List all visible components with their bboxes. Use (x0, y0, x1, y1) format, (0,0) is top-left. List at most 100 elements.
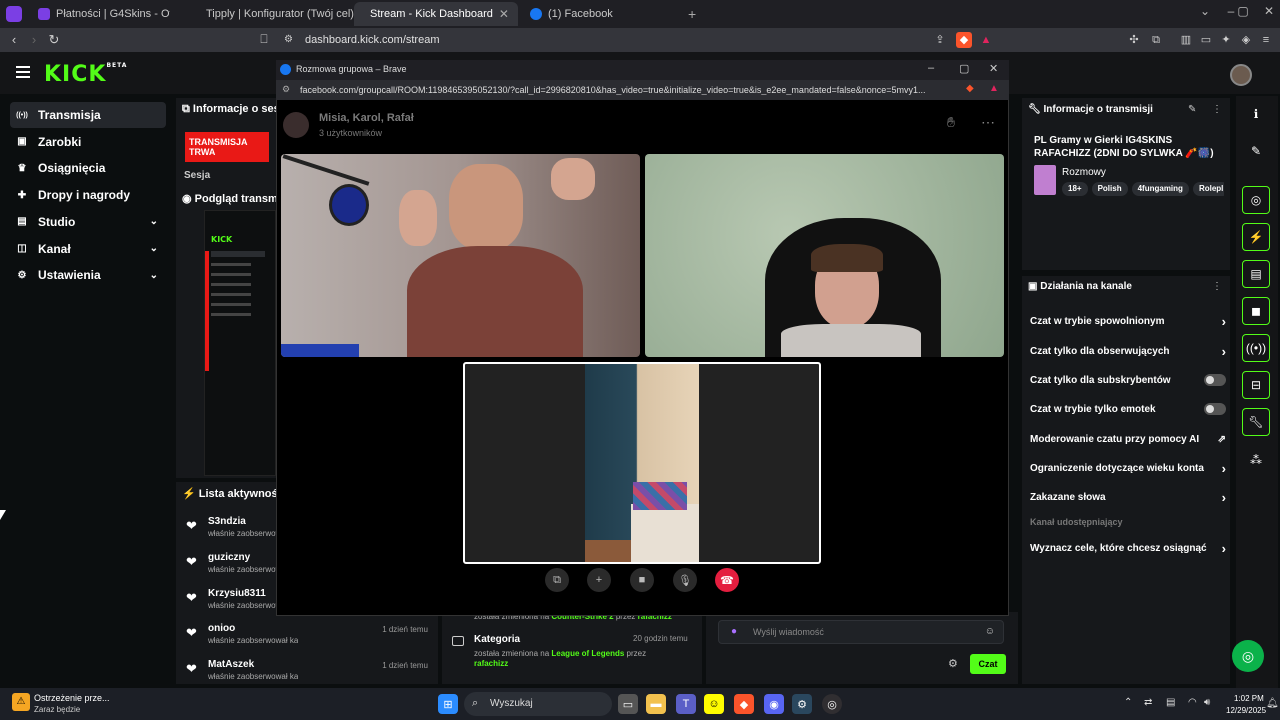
tab-tipply[interactable]: Tipply | Konfigurator (Twój cel) (190, 2, 354, 26)
clock-date[interactable]: 12/29/2025 (1226, 706, 1266, 715)
restore-icon[interactable]: ▢ (1232, 4, 1254, 18)
sidebar-item-osiągnięcia[interactable]: ♛ Osiągnięcia (10, 155, 166, 181)
notes-widget-icon[interactable]: ▤ (1242, 260, 1270, 288)
raise-hand-icon[interactable]: ✋︎ (947, 114, 955, 131)
tray-overflow-icon[interactable]: ⌃ (1124, 697, 1132, 708)
more-options-icon[interactable]: ⋮ (1212, 281, 1222, 292)
wifi-icon[interactable]: ◠ (1188, 697, 1197, 708)
warning-notification-icon[interactable]: ⚠ (12, 693, 30, 711)
follower-name[interactable]: Krzysiu8311 (208, 588, 266, 599)
tools-widget-icon[interactable]: 🔧︎ (1242, 408, 1270, 436)
snapchat-icon[interactable]: ☺ (704, 694, 724, 714)
channel-action-row[interactable]: Czat w trybie spowolnionym › (1030, 314, 1226, 329)
tab-search-icon[interactable]: ⌄ (1194, 4, 1216, 18)
edit-icon[interactable]: ✎ (1188, 104, 1196, 115)
channel-action-row[interactable]: Czat tylko dla subskrybentów (1030, 373, 1226, 387)
brave-browser-icon[interactable]: ◆ (734, 694, 754, 714)
extensions-icon[interactable]: ✣ (1126, 32, 1142, 48)
brave-shields-icon[interactable]: ◆ (966, 83, 974, 94)
camera-widget-icon[interactable]: ◎ (1242, 186, 1270, 214)
event-user[interactable]: rafachizz (474, 659, 508, 668)
screenshot-icon[interactable]: ⧉ (1148, 32, 1164, 48)
share-screen-button[interactable]: ⧉ (545, 568, 569, 592)
popup-minimize-icon[interactable]: – (928, 62, 934, 74)
avatar[interactable] (1230, 64, 1252, 86)
back-icon[interactable]: ‹ (4, 32, 24, 47)
participant-video[interactable] (645, 154, 1004, 357)
task-view-icon[interactable]: ▭ (618, 694, 638, 714)
channel-action-row[interactable]: Ograniczenie dotyczące wieku konta › (1030, 461, 1226, 476)
chat-settings-icon[interactable]: ⚙ (948, 657, 958, 670)
channel-action-row[interactable]: Czat w trybie tylko emotek (1030, 402, 1226, 416)
sidebar-item-kanał[interactable]: ◫ Kanał ⌄ (10, 236, 166, 262)
notification-title[interactable]: Ostrzeżenie prze... (34, 693, 110, 703)
sidebar-item-transmisja[interactable]: ((•)) Transmisja (10, 102, 166, 128)
pencil-icon[interactable]: ✎ (1242, 137, 1270, 165)
follower-name[interactable]: MatAszek (208, 659, 254, 670)
tray-app-icon[interactable]: ⇄ (1144, 697, 1152, 708)
channel-action-row[interactable]: Moderowanie czatu przy pomocy AI ⇗ (1030, 432, 1226, 446)
reload-icon[interactable]: ↻ (44, 32, 64, 48)
discord-icon[interactable]: ◉ (764, 694, 784, 714)
clock-time[interactable]: 1:02 PM (1234, 694, 1264, 703)
brave-rewards-icon[interactable]: ▲ (978, 32, 994, 48)
windows-start-icon[interactable]: ⊞ (438, 694, 458, 714)
more-options-icon[interactable]: ⋮ (1212, 104, 1222, 115)
follower-name[interactable]: guziczny (208, 552, 250, 563)
tab-g4skins[interactable]: Płatności | G4Skins - Otwieraj skrzynk (28, 2, 184, 26)
microphone-button[interactable]: 🎙︎ (673, 568, 697, 592)
wallet-icon[interactable]: ▭ (1198, 32, 1214, 48)
volume-icon[interactable]: 🔊︎ (1204, 697, 1210, 708)
popup-url[interactable]: facebook.com/groupcall/ROOM:119846539505… (300, 85, 950, 95)
hamburger-menu-icon[interactable] (16, 66, 30, 78)
steam-icon[interactable]: ⚙ (792, 694, 812, 714)
site-info-icon[interactable]: ⚙ (284, 34, 293, 45)
follower-name[interactable]: S3ndzia (208, 516, 246, 527)
toggle-switch[interactable] (1204, 403, 1226, 415)
new-tab-button[interactable]: + (688, 6, 696, 22)
close-tab-icon[interactable]: ✕ (499, 7, 509, 21)
stream-tag[interactable]: Polish (1091, 182, 1128, 196)
emoji-icon[interactable]: ☺ (985, 626, 995, 637)
tab-facebook[interactable]: (1) Facebook (520, 2, 680, 26)
taskbar-search[interactable]: ⌕ Wyszukaj (464, 692, 612, 716)
end-call-button[interactable]: ☎︎ (715, 568, 739, 592)
category-name[interactable]: Rozmowy (1062, 167, 1106, 178)
vpn-icon[interactable]: ◈ (1238, 32, 1254, 48)
stream-preview[interactable]: KICK (204, 210, 276, 476)
add-participant-button[interactable]: + (587, 568, 611, 592)
close-window-icon[interactable]: ✕ (1258, 4, 1280, 18)
stream-tag[interactable]: 4fungaming (1131, 182, 1189, 196)
stream-tag[interactable]: Rolepl (1192, 182, 1224, 196)
notifications-icon[interactable]: 🔔︎ (1266, 698, 1279, 709)
broadcast-widget-icon[interactable]: ((•)) (1242, 334, 1270, 362)
obs-icon[interactable]: ◎ (822, 694, 842, 714)
layout-widget-icon[interactable]: ⊟ (1242, 371, 1270, 399)
channel-action-row[interactable]: Czat tylko dla obserwujących › (1030, 344, 1226, 359)
follower-name[interactable]: onioo (208, 623, 235, 634)
goals-row[interactable]: Wyznacz cele, które chcesz osiągnąć › (1030, 541, 1226, 556)
info-icon[interactable]: ℹ (1242, 100, 1270, 128)
sidebar-item-zarobki[interactable]: ▣ Zarobki (10, 129, 166, 155)
sidebar-item-studio[interactable]: ▤ Studio ⌄ (10, 209, 166, 235)
lightning-widget-icon[interactable]: ⚡ (1242, 223, 1270, 251)
chat-widget-icon[interactable]: ◼ (1242, 297, 1270, 325)
popup-maximize-icon[interactable]: ▢ (959, 62, 969, 75)
bookmark-icon[interactable]: ⎕ (254, 32, 274, 47)
channel-action-row[interactable]: Zakazane słowa › (1030, 490, 1226, 505)
chat-input[interactable]: ● Wyślij wiadomość ☺ (718, 620, 1004, 644)
forward-icon[interactable]: › (24, 32, 44, 47)
popup-close-icon[interactable]: ✕ (989, 62, 998, 75)
kick-logo[interactable]: KICKBETA (44, 62, 127, 87)
brave-shields-icon[interactable]: ◆ (956, 32, 972, 48)
add-widget-icon[interactable]: ⁂ (1242, 446, 1270, 474)
leo-ai-icon[interactable]: ✦ (1218, 32, 1234, 48)
sidebar-item-ustawienia[interactable]: ⚙ Ustawienia ⌄ (10, 262, 166, 288)
file-explorer-icon[interactable]: ▬ (646, 694, 666, 714)
support-button[interactable]: ◎ (1232, 640, 1264, 672)
tab-kick-dashboard[interactable]: Stream - Kick Dashboard ✕ (354, 2, 518, 26)
brave-menu-icon[interactable] (6, 6, 22, 22)
browser-menu-icon[interactable]: ≡ (1258, 32, 1274, 48)
camera-button[interactable]: ■ (630, 568, 654, 592)
more-options-icon[interactable]: ⋯ (981, 114, 995, 131)
